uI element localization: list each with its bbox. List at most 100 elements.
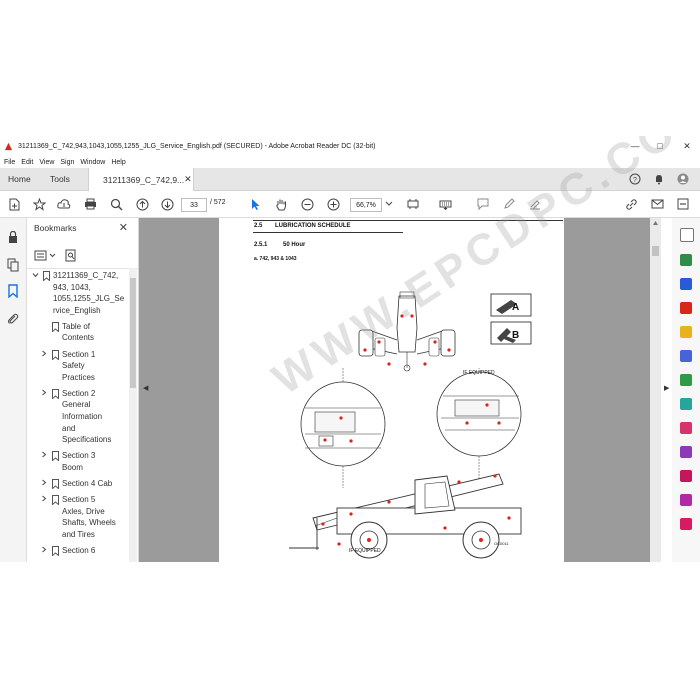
bookmark-label-line: Safety [62,361,85,371]
bookmark-label: Section 5 Axles, Drive Shafts, Wheels and T… [62,494,116,540]
bookmark-label: Table of Contents [62,321,94,344]
bookmark-label-line: Section 3 [62,451,96,461]
bookmark-label-line: General [62,400,91,410]
bookmarks-scroll-thumb[interactable] [130,278,136,388]
more-tools-icon[interactable] [676,197,690,211]
chevron-down-icon[interactable] [382,197,396,211]
bookmark-ribbon-icon[interactable] [6,284,20,298]
tab-tools[interactable]: Tools [50,168,70,190]
bookmark-label: Section 4 Cab [62,478,112,490]
scroll-up-arrow-icon[interactable] [652,220,659,226]
collapse-left-arrow-icon[interactable]: ◀ [143,384,148,392]
bookmark-label: Section 6 [62,545,95,557]
print-icon[interactable] [83,197,97,211]
bookmark-label-line: Specifications [62,435,112,445]
lock-icon[interactable] [6,230,20,244]
close-panel-icon[interactable]: ✕ [119,221,128,234]
menu-file[interactable]: File [4,159,15,166]
bookmark-item[interactable]: Section 6 [41,545,127,557]
chevron-down-icon[interactable] [32,271,40,283]
email-icon[interactable] [650,197,664,211]
bell-icon[interactable] [652,172,666,186]
find-bookmark-icon[interactable] [65,249,77,262]
more-tools-rail-icon[interactable] [680,518,692,530]
bookmark-label-line: Section 6 [62,546,96,556]
bookmark-options-icon[interactable] [34,250,47,261]
share-link-icon[interactable] [624,197,638,211]
bookmark-item[interactable]: Section 2 General Information and Specificat… [41,388,127,446]
zoom-out-icon[interactable] [300,197,314,211]
bookmark-item[interactable]: Section 4 Cab [41,478,127,490]
compress-pdf-icon[interactable] [680,398,692,410]
lubrication-diagram [289,291,532,559]
bookmark-icon [52,349,59,361]
page-number-input[interactable]: 33 [181,198,207,212]
chevron-right-icon[interactable] [41,389,49,401]
search-tools-icon[interactable] [680,228,694,242]
chevron-right-icon[interactable] [41,350,49,362]
window-title: 31211369_C_742,943,1043,1055,1255_JLG_Se… [18,142,376,150]
document-scrollbar[interactable] [650,218,661,562]
zoom-in-icon[interactable] [326,197,340,211]
chevron-right-icon[interactable] [41,451,49,463]
chevron-right-icon[interactable] [41,495,49,507]
tab-document[interactable]: 31211369_C_742,9... ✕ [88,168,194,191]
menu-help[interactable]: Help [111,159,125,166]
fill-sign-icon[interactable] [680,422,692,434]
tab-home[interactable]: Home [8,168,31,190]
combine-files-icon[interactable] [680,350,692,362]
menu-sign[interactable]: Sign [60,159,74,166]
bookmark-item[interactable]: Section 5 Axles, Drive Shafts, Wheels and T… [41,494,127,540]
collapse-right-arrow-icon[interactable]: ▶ [664,384,669,392]
zoom-level-select[interactable]: 66,7% [350,198,382,212]
bookmark-item[interactable]: Section 1 Safety Practices [41,349,127,384]
select-cursor-icon[interactable] [248,197,262,211]
previous-page-icon[interactable] [135,197,149,211]
menu-view[interactable]: View [39,159,54,166]
bookmark-icon [52,388,59,400]
bookmark-label-line: Information [62,412,103,422]
bookmark-label-line: and Tires [62,529,95,539]
menu-bar: File Edit View Sign Window Help [0,156,128,168]
comment-tool-icon[interactable] [680,326,692,338]
bookmark-icon [52,495,59,506]
bookmark-item[interactable]: Section 3 Boom [41,450,127,473]
chevron-right-icon[interactable] [41,479,49,491]
bookmark-label: Section 1 Safety Practices [62,349,95,384]
figure-code: OC0011 [494,541,509,546]
next-page-icon[interactable] [160,197,174,211]
user-avatar-icon[interactable] [676,172,690,186]
export-pdf-icon[interactable] [680,254,692,266]
menu-window[interactable]: Window [80,159,105,166]
hand-tool-icon[interactable] [274,197,288,211]
attachment-paperclip-icon[interactable] [6,312,20,326]
send-for-signature-icon[interactable] [680,446,692,458]
find-icon[interactable] [109,197,123,211]
chevron-right-icon[interactable] [41,546,49,558]
acrobat-window: 31211369_C_742,943,1043,1055,1255_JLG_Se… [0,136,700,562]
options-chevron-down-icon[interactable] [49,253,56,258]
comment-icon[interactable] [476,197,490,211]
bookmark-label-line: 1055,1255_JLG_Se [53,294,125,304]
edit-pdf-icon[interactable] [680,278,692,290]
tab-close-icon[interactable]: ✕ [184,174,192,185]
menu-edit[interactable]: Edit [21,159,33,166]
pages-thumbnail-icon[interactable] [6,258,20,272]
bookmark-label-line: rvice_English [53,305,101,315]
bookmark-item[interactable]: 31211369_C_742, 943, 1043, 1055,1255_JLG_S… [32,270,127,316]
create-pdf-tool-icon[interactable] [680,302,692,314]
star-icon[interactable] [32,197,46,211]
keyboard-icon[interactable] [438,197,452,211]
bookmark-item[interactable]: Table of Contents [41,321,127,344]
document-scroll-thumb[interactable] [652,246,659,256]
fit-page-icon[interactable] [406,197,420,211]
bookmarks-toolbar [27,244,138,269]
document-viewport: ◀ ▶ 2.5 LUBRICATION SCHEDULE 2.5.1 50 Ho… [139,136,700,562]
pdf-page: 2.5 LUBRICATION SCHEDULE 2.5.1 50 Hour a… [219,218,564,562]
scan-ocr-icon[interactable] [680,494,692,506]
protect-icon[interactable] [680,470,692,482]
cloud-upload-icon[interactable] [57,197,71,211]
create-pdf-icon[interactable] [7,197,21,211]
organize-pages-icon[interactable] [680,374,692,386]
bookmarks-scrollbar[interactable] [129,268,137,562]
